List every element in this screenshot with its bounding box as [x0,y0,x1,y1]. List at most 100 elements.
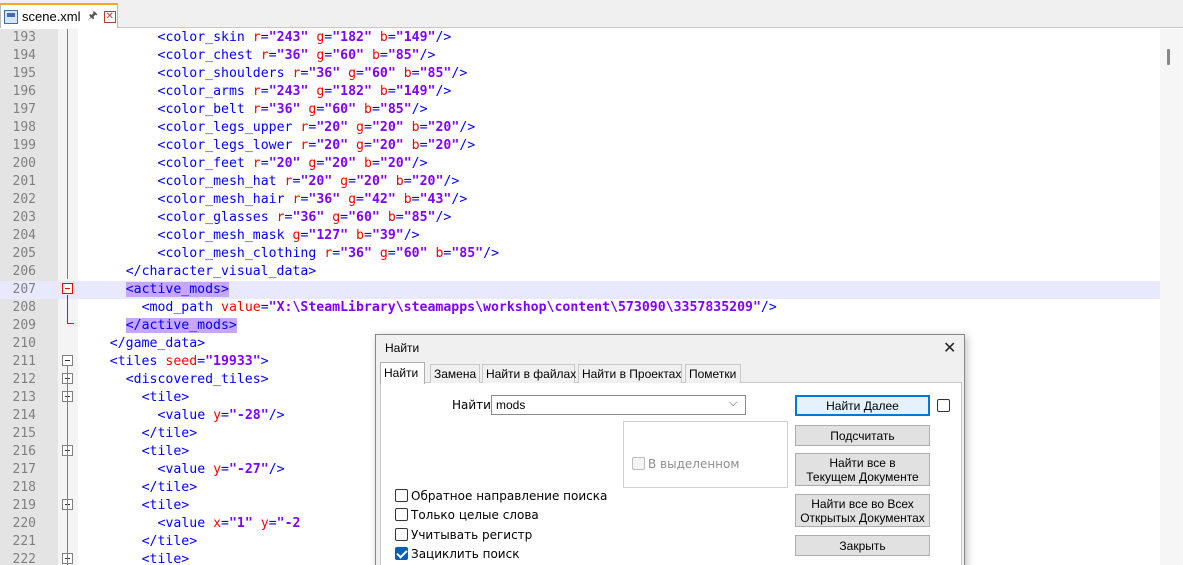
chevron-down-icon[interactable]: ⌵ [729,396,737,410]
code-line[interactable]: 195 <color_shoulders r="36" g="60" b="85"… [0,65,1160,83]
whole-word-checkbox[interactable] [395,508,408,521]
save-file-icon [4,9,18,24]
fold-guide [67,323,74,324]
code-line[interactable]: 193 <color_skin r="243" g="182" b="149"/> [0,29,1160,47]
tab-find-in-projects[interactable]: Найти в Проектах [578,364,682,383]
code-text: <color_mesh_hair r="36" g="42" b="43"/> [78,191,468,209]
code-token: b [387,174,404,189]
find-all-open-button[interactable]: Найти все во Всех Открытых Документах [795,494,930,527]
find-all-current-button[interactable]: Найти все в Текущем Документе [795,453,930,486]
code-token: <discovered_tiles> [125,372,269,387]
code-token: g [308,30,325,45]
code-text: <color_shoulders r="36" g="60" b="85"/> [78,65,468,83]
code-token: <color_legs_lower [157,138,301,153]
code-token: seed [165,354,198,369]
fold-guide [67,366,68,565]
match-case-checkbox[interactable] [395,528,408,541]
close-icon[interactable]: ✕ [943,338,956,358]
code-token: /> [435,30,452,45]
tab-replace[interactable]: Замена [430,364,480,383]
code-line[interactable]: 197 <color_belt r="36" g="60" b="85"/> [0,101,1160,119]
wrap-around-label: Зациклить поиск [411,547,520,561]
in-selection-checkbox[interactable] [632,457,645,470]
code-token: = [363,120,372,135]
code-text: <color_mesh_mask g="127" b="39"/> [78,227,420,245]
code-token: = [260,84,269,99]
line-number: 193 [12,30,36,45]
scrollbar-thumb[interactable] [1167,49,1170,65]
code-token: <color_mesh_clothing [157,246,325,261]
code-text: <color_skin r="243" g="182" b="149"/> [78,29,452,47]
code-token: "20" [371,120,404,135]
fold-guide [67,29,68,279]
code-token: "243" [268,30,309,45]
code-token: <color_shoulders [157,66,293,81]
close-button[interactable]: Закрыть [795,535,930,556]
line-number: 214 [12,408,36,423]
code-line[interactable]: 205 <color_mesh_clothing r="36" g="60" b=… [0,245,1160,263]
code-line[interactable]: 200 <color_feet r="20" g="20" b="20"/> [0,155,1160,173]
close-label: Закрыть [839,538,886,553]
code-token: = [284,210,293,225]
code-token: = [348,174,357,189]
code-token: "36" [292,210,325,225]
code-token: /> [483,246,500,261]
find-next-label: Найти Далее [826,398,899,413]
count-button[interactable]: Подсчитать [795,425,930,446]
code-token: "85" [451,246,484,261]
code-token: = [395,210,404,225]
find-next-button[interactable]: Найти Далее [795,395,930,416]
wrap-around-checkbox[interactable] [395,547,408,560]
code-token: b [395,192,412,207]
line-number: 194 [12,48,36,63]
code-text: <value y="-27"/> [78,461,285,479]
tab-marks[interactable]: Пометки [685,364,741,383]
vertical-scrollbar[interactable] [1160,29,1183,565]
code-line[interactable]: 201 <color_mesh_hat r="20" g="20" b="20"/… [0,173,1160,191]
code-token: "-27" [228,462,269,477]
code-token: b [371,84,388,99]
find-input[interactable]: mods [491,395,746,415]
fold-toggle-icon[interactable] [62,355,73,366]
line-number: 208 [12,300,36,315]
code-token: = [221,462,229,477]
code-line[interactable]: 206 </character_visual_data> [0,263,1160,281]
code-token: "20" [268,156,301,171]
code-token: > [260,354,269,369]
tab-find-in-files[interactable]: Найти в файлах [482,364,576,383]
code-token: /> [760,300,777,315]
code-token: "-2 [276,516,301,531]
code-token: y [213,408,222,423]
code-token: <color_mesh_hat [157,174,285,189]
line-number: 217 [12,462,36,477]
code-token: = [379,48,388,63]
code-line[interactable]: 202 <color_mesh_hair r="36" g="42" b="43"… [0,191,1160,209]
code-token: "85" [403,210,436,225]
backward-checkbox[interactable] [395,489,408,502]
code-line[interactable]: 203 <color_glasses r="36" g="60" b="85"/> [0,209,1160,227]
code-text: <color_legs_upper r="20" g="20" b="20"/> [78,119,476,137]
code-token: "85" [419,66,452,81]
find-all-current-line1: Найти все в [829,455,896,470]
code-token: <mod_path [141,300,221,315]
code-line[interactable]: 196 <color_arms r="243" g="182" b="149"/> [0,83,1160,101]
pin-icon[interactable]: 🖈 [88,7,98,26]
code-token: r [252,156,261,171]
code-line[interactable]: 209 </active_mods> [0,317,1160,335]
code-line[interactable]: 204 <color_mesh_mask g="127" b="39"/> [0,227,1160,245]
code-line[interactable]: 198 <color_legs_upper r="20" g="20" b="20… [0,119,1160,137]
close-icon[interactable]: ✕ [103,10,116,23]
code-token: r [276,210,285,225]
fold-toggle-icon[interactable] [62,283,73,294]
code-token: /> [419,48,436,63]
code-token: b [371,30,388,45]
code-line[interactable]: 194 <color_chest r="36" g="60" b="85"/> [0,47,1160,65]
tab-find[interactable]: Найти [380,362,425,384]
code-line[interactable]: 207 <active_mods> [0,281,1160,299]
code-text: <color_feet r="20" g="20" b="20"/> [78,155,428,173]
tab-scene-xml[interactable]: scene.xml 🖈 ✕ [0,3,118,28]
code-line[interactable]: 208 <mod_path value="X:\SteamLibrary\stea… [0,299,1160,317]
transparency-checkbox[interactable] [937,399,950,412]
code-line[interactable]: 199 <color_legs_lower r="20" g="20" b="20… [0,137,1160,155]
code-token: </tile> [141,480,198,495]
